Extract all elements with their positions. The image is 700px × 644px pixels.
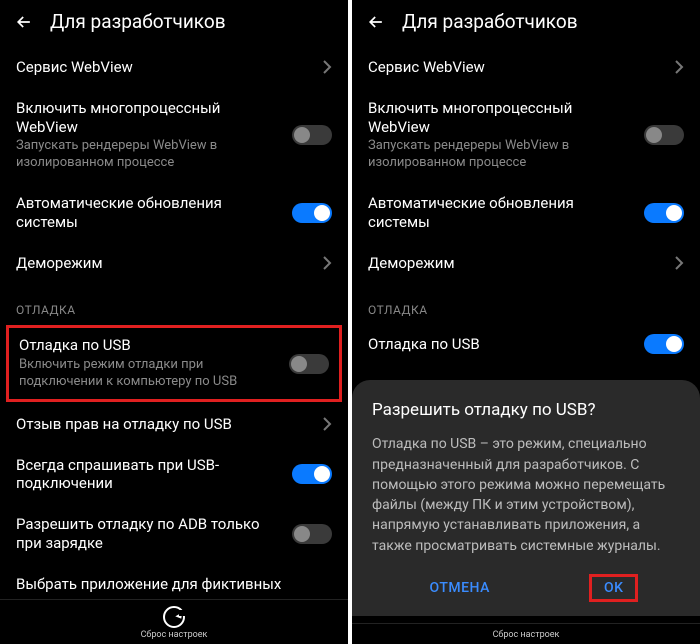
header: Для разработчиков xyxy=(0,0,348,47)
usb-debug-dialog: Разрешить отладку по USB? Отладка по USB… xyxy=(352,380,700,616)
toggle-usb-debugging[interactable] xyxy=(289,354,329,374)
row-always-ask-usb[interactable]: Всегда спрашивать при USB-подключении xyxy=(0,445,348,505)
reset-label: Сброс настроек xyxy=(493,630,560,640)
chevron-right-icon xyxy=(674,60,684,74)
toggle-always-ask[interactable] xyxy=(292,464,332,484)
row-auto-update[interactable]: Автоматические обновления системы xyxy=(0,183,348,243)
row-demo-mode[interactable]: Деморежим xyxy=(352,243,700,284)
screen-left: Для разработчиков Сервис WebView Включит… xyxy=(0,0,348,644)
row-label: Деморежим xyxy=(368,254,664,273)
section-header-debug: ОТЛАДКА xyxy=(352,283,700,323)
toggle-auto-update[interactable] xyxy=(644,203,684,223)
toggle-adb-charging[interactable] xyxy=(292,524,332,544)
row-webview-service[interactable]: Сервис WebView xyxy=(352,47,700,88)
back-icon[interactable] xyxy=(366,12,386,32)
chevron-right-icon xyxy=(322,256,332,270)
row-subtitle: Запускать рендереры WebView в изолирован… xyxy=(16,138,282,172)
reset-label: Сброс настроек xyxy=(141,630,208,640)
cancel-button[interactable]: ОТМЕНА xyxy=(414,574,506,602)
row-mock-location-app[interactable]: Выбрать приложение для фиктивных xyxy=(0,564,348,599)
row-label: Включить многопроцессный WebView xyxy=(368,99,634,137)
row-multiprocess-webview[interactable]: Включить многопроцессный WebView Запуска… xyxy=(0,88,348,183)
row-subtitle: Включить режим отладки при подключении к… xyxy=(19,357,279,391)
toggle-multiprocess[interactable] xyxy=(644,125,684,145)
row-label: Разрешить отладку по ADВ только при заря… xyxy=(16,515,282,553)
row-label: Включить многопроцессный WebView xyxy=(16,99,282,137)
row-label: Сервис WebView xyxy=(368,58,664,77)
ok-button[interactable]: OK xyxy=(589,574,639,602)
row-usb-debugging[interactable]: Отладка по USB xyxy=(352,323,700,365)
chevron-right-icon xyxy=(674,256,684,270)
toggle-usb-debugging[interactable] xyxy=(644,334,684,354)
settings-list: Сервис WebView Включить многопроцессный … xyxy=(0,47,348,599)
bottom-bar: Сброс настроек xyxy=(0,599,348,644)
row-label: Всегда спрашивать при USB-подключении xyxy=(16,456,282,494)
section-header-debug: ОТЛАДКА xyxy=(0,283,348,323)
dialog-title: Разрешить отладку по USB? xyxy=(372,400,680,420)
row-label: Сервис WebView xyxy=(16,58,312,77)
row-adb-while-charging[interactable]: Разрешить отладку по ADВ только при заря… xyxy=(0,504,348,564)
row-label: Автоматические обновления системы xyxy=(368,194,634,232)
row-demo-mode[interactable]: Деморежим xyxy=(0,243,348,284)
toggle-multiprocess[interactable] xyxy=(292,125,332,145)
reset-icon[interactable] xyxy=(163,606,185,628)
page-title: Для разработчиков xyxy=(402,10,578,33)
row-label: Выбрать приложение для фиктивных xyxy=(16,575,332,594)
back-icon[interactable] xyxy=(14,12,34,32)
row-revoke-usb[interactable]: Отзыв прав на отладку по USB xyxy=(0,404,348,445)
dialog-buttons: ОТМЕНА OK xyxy=(372,574,680,602)
dialog-body: Отладка по USB – это режим, специально п… xyxy=(372,434,680,556)
header: Для разработчиков xyxy=(352,0,700,47)
row-multiprocess-webview[interactable]: Включить многопроцессный WebView Запуска… xyxy=(352,88,700,183)
bottom-bar: Сброс настроек xyxy=(352,623,700,644)
row-auto-update[interactable]: Автоматические обновления системы xyxy=(352,183,700,243)
row-usb-debugging-highlighted[interactable]: Отладка по USB Включить режим отладки пр… xyxy=(6,325,342,402)
row-subtitle: Запускать рендереры WebView в изолирован… xyxy=(368,138,634,172)
row-label: Автоматические обновления системы xyxy=(16,194,282,232)
chevron-right-icon xyxy=(322,60,332,74)
chevron-right-icon xyxy=(322,417,332,431)
row-webview-service[interactable]: Сервис WebView xyxy=(0,47,348,88)
row-label: Отзыв прав на отладку по USB xyxy=(16,415,312,434)
row-label: Деморежим xyxy=(16,254,312,273)
row-label: Отладка по USB xyxy=(368,335,634,354)
row-label: Отладка по USB xyxy=(19,336,279,355)
screen-right: Для разработчиков Сервис WebView Включит… xyxy=(352,0,700,644)
toggle-auto-update[interactable] xyxy=(292,203,332,223)
page-title: Для разработчиков xyxy=(50,10,226,33)
